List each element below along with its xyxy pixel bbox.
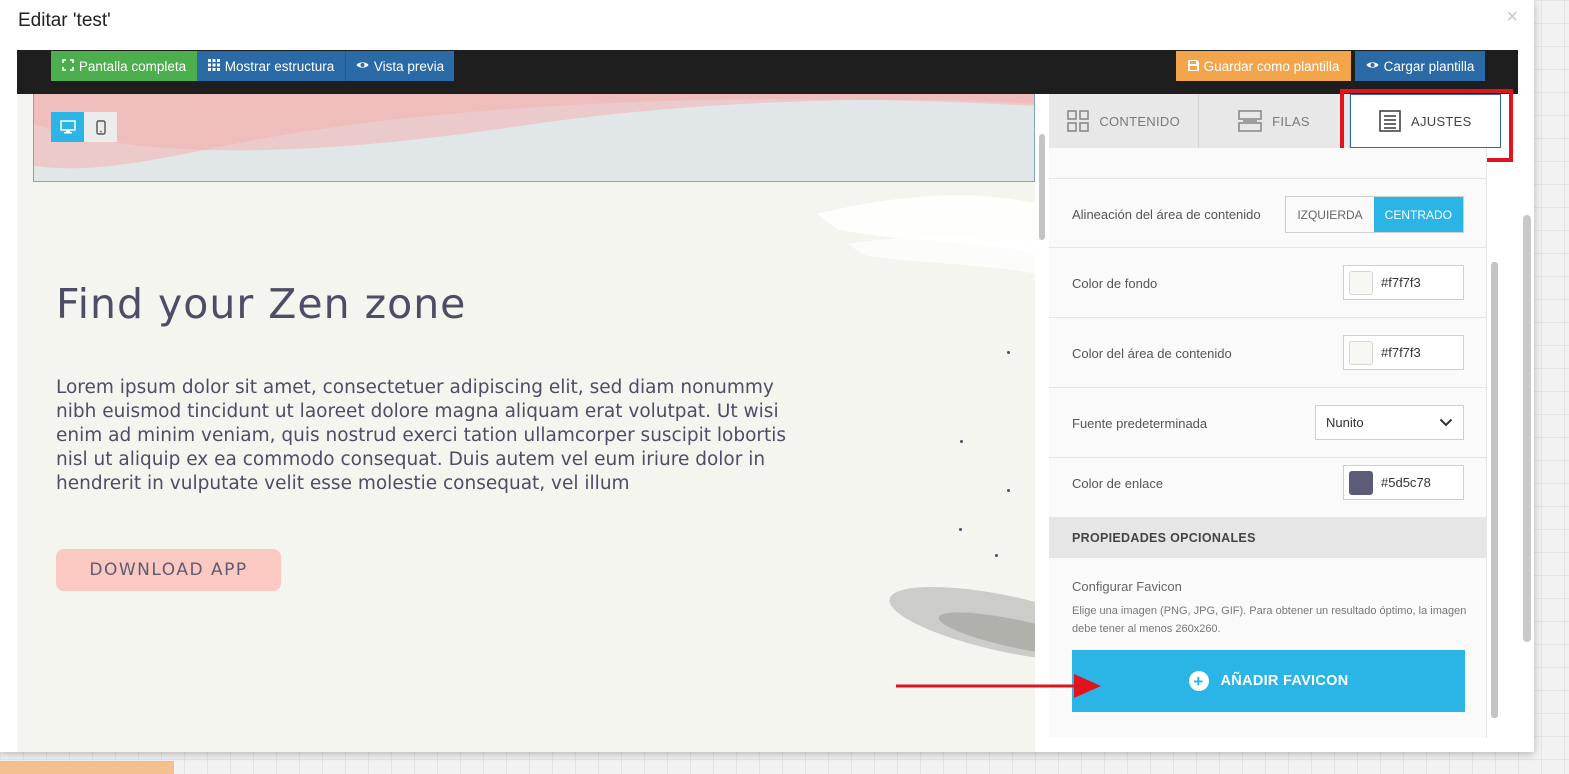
bg-color-swatch[interactable] — [1349, 270, 1373, 295]
tab-filas-label: FILAS — [1272, 113, 1310, 129]
alignment-segmented: IZQUIERDA CENTRADO — [1285, 196, 1464, 233]
background-orange-strip — [0, 761, 174, 774]
show-structure-label: Mostrar estructura — [224, 58, 335, 74]
save-template-button[interactable]: Guardar como plantilla — [1176, 51, 1351, 81]
device-toggle — [51, 112, 117, 142]
alignment-row: Alineación del área de contenido IZQUIER… — [1049, 178, 1486, 248]
floppy-icon — [1187, 59, 1199, 73]
content-color-value: #f7f7f3 — [1381, 345, 1421, 360]
desktop-view-button[interactable] — [51, 112, 84, 142]
email-canvas[interactable]: Find your Zen zone Lorem ipsum dolor sit… — [17, 94, 1035, 752]
tab-contenido[interactable]: CONTENIDO — [1049, 94, 1200, 148]
preview-label: Vista previa — [373, 58, 445, 74]
decor-dot — [959, 528, 962, 531]
modal-title: Editar 'test' — [18, 10, 111, 31]
grid-icon — [1067, 110, 1090, 132]
bg-color-row: Color de fondo #f7f7f3 — [1049, 248, 1486, 318]
align-left-button[interactable]: IZQUIERDA — [1286, 197, 1373, 232]
decor-dot — [1007, 351, 1010, 354]
canvas-scrollbar[interactable] — [1039, 134, 1045, 240]
decor-dot — [960, 440, 963, 443]
expand-icon — [62, 59, 74, 73]
editor-toolbar: Pantalla completa Mostrar estructura Vis… — [17, 50, 1518, 94]
download-app-button[interactable]: DOWNLOAD APP — [56, 549, 281, 591]
link-color-swatch[interactable] — [1349, 470, 1373, 495]
edit-modal: Editar 'test' × Pantalla completa Mostra… — [0, 0, 1534, 752]
fullscreen-button[interactable]: Pantalla completa — [51, 51, 197, 81]
link-color-value: #5d5c78 — [1381, 475, 1431, 490]
bg-color-value: #f7f7f3 — [1381, 275, 1421, 290]
tab-ajustes-label: AJUSTES — [1411, 113, 1472, 129]
close-button[interactable]: × — [1506, 6, 1518, 29]
desktop-icon — [59, 120, 76, 134]
content-color-row: Color del área de contenido #f7f7f3 — [1049, 318, 1486, 388]
tab-contenido-label: CONTENIDO — [1099, 113, 1181, 129]
font-select-value: Nunito — [1326, 415, 1364, 430]
add-favicon-button[interactable]: + AÑADIR FAVICON — [1072, 650, 1465, 712]
eye-icon — [356, 60, 369, 72]
modal-header: Editar 'test' × — [0, 0, 1534, 50]
hero-paragraph: Lorem ipsum dolor sit amet, consectetuer… — [56, 377, 787, 494]
load-template-label: Cargar plantilla — [1383, 58, 1475, 74]
alignment-label: Alineación del área de contenido — [1072, 207, 1261, 222]
grid-small-icon — [207, 59, 220, 73]
decor-dot — [1007, 489, 1010, 492]
tab-ajustes[interactable]: AJUSTES — [1349, 94, 1501, 148]
bg-color-field[interactable]: #f7f7f3 — [1343, 265, 1464, 300]
align-center-button[interactable]: CENTRADO — [1373, 197, 1463, 232]
mobile-icon — [95, 119, 106, 135]
fullscreen-label: Pantalla completa — [78, 58, 187, 74]
settings-panel: CONTENIDO FILAS AJUSTES Alineación del á… — [1035, 89, 1518, 752]
settings-doc-icon — [1379, 110, 1401, 132]
font-select[interactable]: Nunito — [1315, 405, 1464, 440]
chevron-down-icon — [1439, 418, 1453, 427]
eye-icon — [1366, 60, 1379, 72]
settings-body: Alineación del área de contenido IZQUIER… — [1049, 148, 1487, 738]
content-color-field[interactable]: #f7f7f3 — [1343, 335, 1464, 370]
link-color-row: Color de enlace #5d5c78 — [1049, 448, 1486, 518]
optional-properties-header: PROPIEDADES OPCIONALES — [1049, 518, 1486, 558]
settings-scrollbar[interactable] — [1491, 262, 1498, 718]
decor-dot — [995, 554, 998, 557]
plus-circle-icon: + — [1188, 671, 1209, 691]
wave-decoration — [34, 94, 1034, 169]
save-template-label: Guardar como plantilla — [1203, 58, 1340, 74]
add-favicon-label: AÑADIR FAVICON — [1220, 673, 1349, 689]
mobile-view-button[interactable] — [84, 112, 117, 142]
rows-icon — [1238, 110, 1262, 132]
page-scrollbar[interactable] — [1523, 215, 1531, 642]
tab-filas[interactable]: FILAS — [1199, 94, 1350, 148]
favicon-title: Configurar Favicon — [1072, 579, 1182, 594]
content-color-label: Color del área de contenido — [1072, 346, 1232, 361]
header-row[interactable] — [33, 94, 1035, 182]
preview-button[interactable]: Vista previa — [346, 51, 454, 81]
hero-title: Find your Zen zone — [56, 280, 467, 328]
panel-tabs: CONTENIDO FILAS AJUSTES — [1049, 94, 1501, 148]
font-label: Fuente predeterminada — [1072, 416, 1208, 431]
favicon-description: Elige una imagen (PNG, JPG, GIF). Para o… — [1072, 605, 1467, 635]
red-arrow-annotation — [896, 674, 1101, 698]
link-color-field[interactable]: #5d5c78 — [1343, 465, 1464, 500]
load-template-button[interactable]: Cargar plantilla — [1355, 51, 1485, 81]
show-structure-button[interactable]: Mostrar estructura — [197, 51, 346, 81]
content-color-swatch[interactable] — [1349, 340, 1373, 365]
bg-color-label: Color de fondo — [1072, 276, 1158, 291]
link-color-label: Color de enlace — [1072, 476, 1164, 491]
